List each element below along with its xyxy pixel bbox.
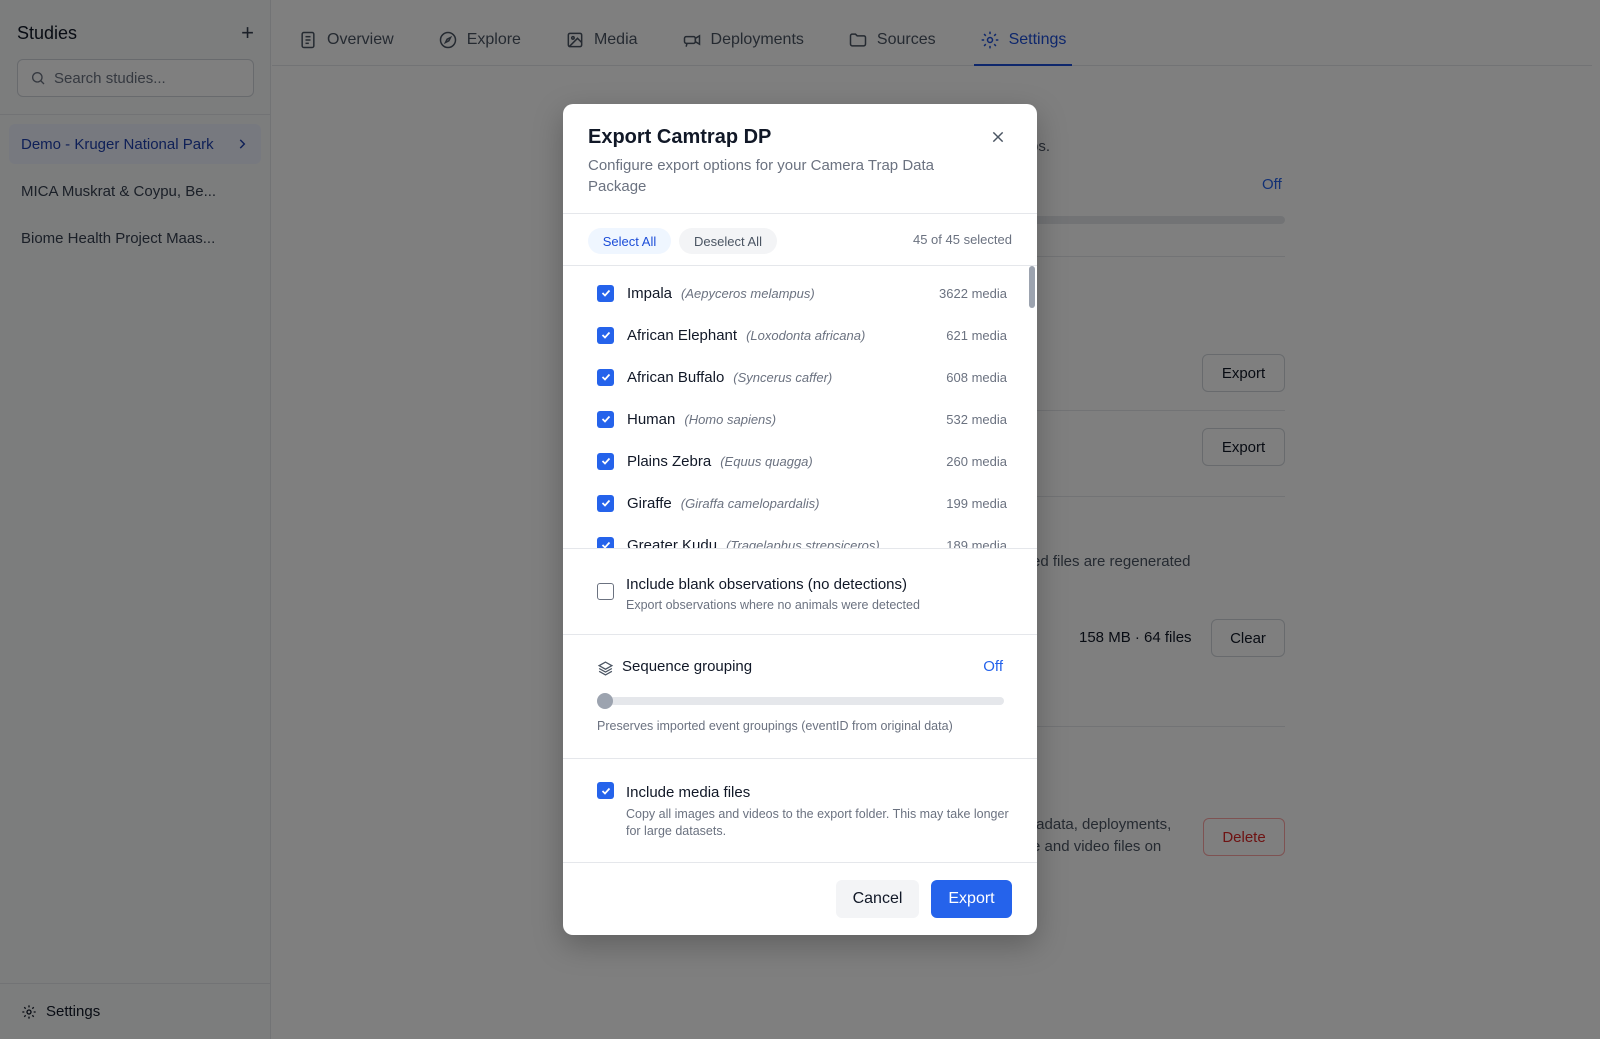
blank-observations-desc: Export observations where no animals wer… — [626, 598, 920, 612]
species-checkbox[interactable] — [597, 410, 614, 428]
species-scientific: (Loxodonta africana) — [746, 327, 866, 343]
dialog-subtitle: Configure export options for your Camera… — [588, 157, 935, 195]
export-dialog: Export Camtrap DP Configure export optio… — [563, 104, 1037, 935]
species-row[interactable]: Human (Homo sapiens) 532 media — [597, 408, 1007, 430]
check-icon — [601, 457, 610, 465]
species-checkbox[interactable] — [597, 536, 614, 548]
species-scientific: (Syncerus caffer) — [733, 369, 833, 385]
dialog-divider — [563, 634, 1037, 635]
species-checkbox[interactable] — [597, 452, 614, 470]
species-count: 199 media — [946, 495, 1007, 511]
species-name: Greater Kudu — [627, 536, 718, 549]
species-scrollbar[interactable] — [1029, 266, 1035, 308]
species-row[interactable]: Giraffe (Giraffa camelopardalis) 199 med… — [597, 492, 1007, 514]
cancel-button[interactable]: Cancel — [836, 880, 919, 918]
dialog-divider — [563, 862, 1037, 863]
dialog-divider — [563, 758, 1037, 759]
check-icon — [601, 541, 610, 548]
blank-observations-label: Include blank observations (no detection… — [626, 576, 908, 593]
species-checkbox[interactable] — [597, 494, 614, 512]
check-icon — [601, 331, 610, 339]
include-media-checkbox[interactable] — [597, 782, 614, 799]
selected-count: 45 of 45 selected — [912, 232, 1012, 247]
include-media-desc: Copy all images and videos to the export… — [626, 807, 1009, 838]
species-row[interactable]: Plains Zebra (Equus quagga) 260 media — [597, 450, 1007, 472]
species-name: Human — [627, 410, 676, 428]
species-name: African Elephant — [627, 326, 738, 344]
species-name: African Buffalo — [627, 368, 725, 386]
sequence-slider-track[interactable] — [597, 697, 1004, 705]
blank-observations-checkbox[interactable] — [597, 583, 614, 600]
layers-icon — [597, 661, 614, 676]
include-media-label: Include media files — [626, 784, 751, 801]
check-icon — [601, 499, 610, 507]
species-scientific: (Aepyceros melampus) — [681, 285, 815, 301]
check-icon — [601, 373, 610, 381]
check-icon — [601, 289, 610, 297]
sequence-slider-thumb[interactable] — [597, 693, 613, 709]
dialog-title: Export Camtrap DP — [588, 126, 772, 148]
species-count: 532 media — [946, 411, 1007, 427]
species-row[interactable]: Greater Kudu (Tragelaphus strepsiceros) … — [597, 534, 1007, 548]
species-name: Giraffe — [627, 494, 672, 512]
species-scientific: (Tragelaphus strepsiceros) — [726, 537, 880, 549]
sequence-grouping-value: Off — [983, 658, 1003, 675]
close-button[interactable] — [987, 126, 1009, 148]
species-count: 189 media — [946, 537, 1007, 549]
species-scientific: (Equus quagga) — [720, 453, 813, 469]
species-list[interactable]: Impala (Aepyceros melampus) 3622 media A… — [563, 266, 1037, 548]
species-name: Impala — [627, 284, 673, 302]
dialog-divider — [563, 213, 1037, 214]
species-checkbox[interactable] — [597, 284, 614, 302]
species-checkbox[interactable] — [597, 326, 614, 344]
sequence-grouping-label: Sequence grouping — [622, 658, 753, 675]
species-scientific: (Homo sapiens) — [684, 411, 777, 427]
species-count: 3622 media — [939, 285, 1007, 301]
species-name: Plains Zebra — [627, 452, 712, 470]
close-icon — [992, 131, 1004, 143]
select-all-button[interactable]: Select All — [588, 228, 671, 254]
check-icon — [601, 787, 610, 795]
dialog-divider — [563, 548, 1037, 549]
species-row[interactable]: African Buffalo (Syncerus caffer) 608 me… — [597, 366, 1007, 388]
species-count: 608 media — [946, 369, 1007, 385]
sequence-grouping-desc: Preserves imported event groupings (even… — [597, 719, 953, 733]
deselect-all-button[interactable]: Deselect All — [679, 228, 777, 254]
species-checkbox[interactable] — [597, 368, 614, 386]
species-row[interactable]: African Elephant (Loxodonta africana) 62… — [597, 324, 1007, 346]
species-count: 621 media — [946, 327, 1007, 343]
export-button[interactable]: Export — [931, 880, 1012, 918]
species-row[interactable]: Impala (Aepyceros melampus) 3622 media — [597, 282, 1007, 304]
species-count: 260 media — [946, 453, 1007, 469]
species-scientific: (Giraffa camelopardalis) — [680, 495, 820, 511]
check-icon — [601, 415, 610, 423]
